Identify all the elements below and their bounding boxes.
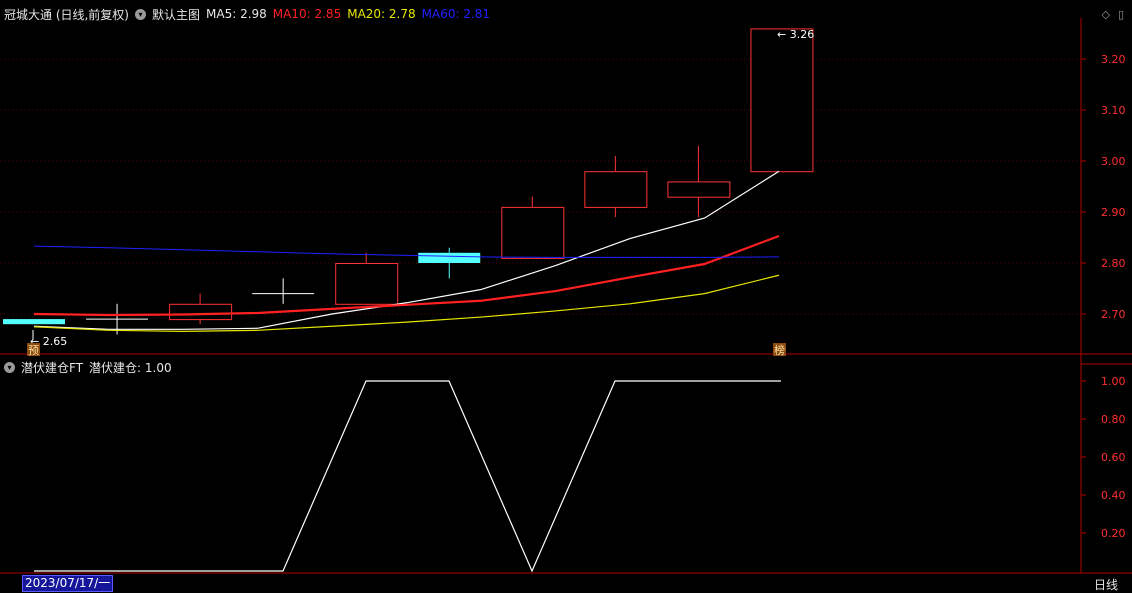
indicator-value: 潜伏建仓: 1.00	[89, 360, 172, 375]
candle-body	[335, 263, 399, 305]
indicator-y-tick-label: 0.40	[1101, 489, 1126, 502]
stock-title: 冠城大通 (日线,前复权)	[4, 7, 129, 22]
chart-canvas: 2.70 2.80 2.90 3.00 3.10 3.20 0.20 0.40 0.60 0.80…	[0, 18, 1132, 574]
indicator-y-tick-label: 0.60	[1101, 451, 1126, 464]
indicator-y-tick-label: 0.80	[1101, 413, 1126, 426]
chevron-down-icon[interactable]: ▾	[135, 8, 146, 20]
y-tick-label: 2.70	[1101, 308, 1126, 321]
high-price-label: ← 3.26	[777, 28, 814, 41]
y-tick-label: 2.90	[1101, 206, 1126, 219]
chevron-down-icon[interactable]: ▾	[4, 361, 15, 373]
indicator-name[interactable]: 潜伏建仓FT	[21, 359, 83, 376]
main-chart-header: 冠城大通 (日线,前复权) ▾ 默认主图 MA5: 2.98 MA10: 2.8…	[4, 6, 490, 22]
candle-body	[418, 252, 481, 263]
candle-body	[3, 319, 65, 325]
y-tick-label: 3.10	[1101, 104, 1126, 117]
ma20-label: MA20: 2.78	[347, 7, 416, 21]
diamond-icon[interactable]: ◇	[1101, 8, 1109, 21]
candle-body	[667, 181, 731, 198]
candle-body	[169, 303, 233, 321]
event-marker-left: 预	[28, 344, 39, 357]
ma10-label: MA10: 2.85	[272, 7, 342, 21]
y-tick-label: 3.20	[1101, 53, 1126, 66]
candle-body	[584, 171, 648, 208]
window-controls: ◇ ▯	[1101, 8, 1124, 21]
ma5-label: MA5: 2.98	[206, 7, 267, 21]
candle-body	[750, 28, 814, 173]
indicator-line	[34, 380, 781, 573]
candle-body	[501, 206, 565, 259]
restore-icon[interactable]: ▯	[1118, 8, 1124, 21]
y-tick-label: 2.80	[1101, 257, 1126, 270]
indicator-y-tick-label: 1.00	[1101, 375, 1126, 388]
date-cursor-box: 2023/07/17/一	[22, 575, 114, 592]
indicator-header: ▾ 潜伏建仓FT 潜伏建仓: 1.00	[4, 359, 172, 375]
event-marker-right: 榜	[774, 343, 785, 357]
ma-line-ma60	[33, 245, 780, 258]
main-chart-selector[interactable]: 默认主图	[152, 6, 200, 23]
indicator-y-tick-label: 0.20	[1101, 527, 1126, 540]
ma60-label: MA60: 2.81	[421, 7, 491, 21]
y-tick-label: 3.00	[1101, 155, 1126, 168]
period-label[interactable]: 日线	[1094, 576, 1118, 593]
